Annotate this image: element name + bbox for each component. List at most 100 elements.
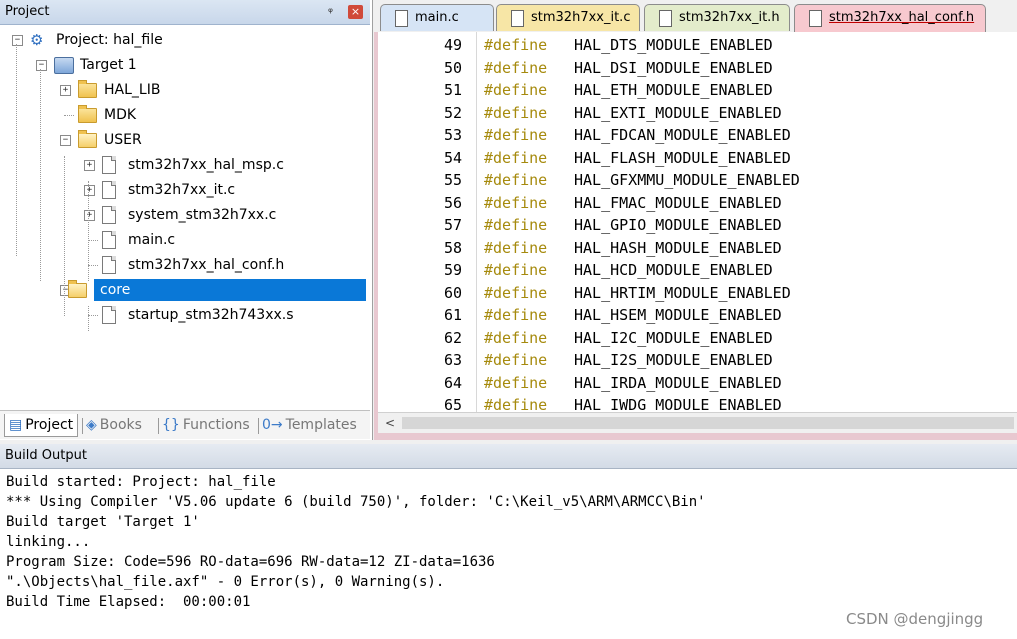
line-number: 64 (443, 373, 462, 392)
tree-item[interactable]: − Target 1 (0, 54, 370, 76)
tree-item[interactable]: − core (60, 279, 366, 301)
preprocessor-keyword: #define (484, 81, 548, 99)
tree-connector (88, 240, 98, 241)
build-output-line: Build Time Elapsed: 00:00:01 (6, 594, 251, 610)
file-icon (102, 231, 116, 249)
editor-tab[interactable]: stm32h7xx_hal_conf.h (794, 4, 986, 33)
tree-item[interactable]: stm32h7xx_hal_conf.h (0, 254, 370, 276)
preprocessor-keyword: #define (484, 36, 548, 54)
file-icon (102, 256, 116, 274)
tab-project[interactable]: ▤ Project (4, 414, 79, 437)
tab-label: Functions (182, 417, 250, 433)
scroll-left-button[interactable]: < (382, 413, 398, 433)
expand-icon[interactable]: + (84, 185, 95, 196)
code-line: 65 #define HAL_IWDG_MODULE_ENABLED (378, 394, 1017, 412)
code-line: 55 #define HAL_GFXMMU_MODULE_ENABLED (378, 169, 1017, 192)
tree-item[interactable]: − USER (0, 129, 370, 151)
code-area[interactable]: 49 #define HAL_DTS_MODULE_ENABLED 50 #define… (378, 32, 1017, 412)
tree-item-label: HAL_LIB (104, 82, 161, 98)
preprocessor-keyword: #define (484, 351, 548, 369)
tree-connector (88, 315, 98, 316)
code-line: 64 #define HAL_IRDA_MODULE_ENABLED (378, 372, 1017, 395)
build-output-line: linking... (6, 534, 91, 550)
macro-name: HAL_FLASH_MODULE_ENABLED (574, 148, 791, 167)
preprocessor-keyword: #define (484, 283, 548, 302)
macro-name: HAL_GFXMMU_MODULE_ENABLED (574, 171, 800, 189)
tree-connector (64, 115, 74, 116)
document-icon (659, 10, 672, 27)
line-number: 58 (443, 238, 462, 257)
macro-name: HAL_I2C_MODULE_ENABLED (574, 328, 773, 347)
templates-icon: 0→ (262, 417, 283, 433)
file-icon (102, 206, 116, 224)
project-tab-icon: ▤ (9, 417, 23, 433)
code-line: 63 #define HAL_I2S_MODULE_ENABLED (378, 349, 1017, 372)
build-output-line: Program Size: Code=596 RO-data=696 RW-da… (6, 554, 495, 570)
tab-label: Books (99, 417, 142, 433)
tree-item[interactable]: main.c (0, 229, 370, 251)
macro-name: HAL_DSI_MODULE_ENABLED (574, 58, 773, 77)
preprocessor-keyword: #define (484, 103, 548, 122)
books-icon: ◈ (86, 417, 97, 433)
code-line: 51 #define HAL_ETH_MODULE_ENABLED (378, 79, 1017, 102)
code-line: 53 #define HAL_FDCAN_MODULE_ENABLED (378, 124, 1017, 147)
code-line: 59 #define HAL_HCD_MODULE_ENABLED (378, 259, 1017, 282)
project-panel-tabs: ▤ Project ◈ Books {} Functions 0→ Templates (0, 410, 370, 439)
preprocessor-keyword: #define (484, 328, 548, 347)
macro-name: HAL_IWDG_MODULE_ENABLED (574, 396, 782, 412)
close-panel-button[interactable]: × (348, 5, 363, 19)
expand-icon[interactable]: + (84, 160, 95, 171)
line-number: 56 (443, 193, 462, 212)
macro-name: HAL_HRTIM_MODULE_ENABLED (574, 283, 791, 302)
preprocessor-keyword: #define (484, 306, 548, 324)
tree-item[interactable]: + system_stm32h7xx.c (0, 204, 370, 226)
preprocessor-keyword: #define (484, 126, 548, 144)
tree-connector (40, 69, 41, 281)
tree-item[interactable]: + HAL_LIB (0, 79, 370, 101)
scroll-track[interactable] (402, 417, 1014, 429)
file-icon (102, 306, 116, 324)
line-number: 61 (443, 306, 462, 324)
document-icon (511, 10, 524, 27)
expand-icon[interactable]: + (84, 210, 95, 221)
collapse-icon[interactable]: − (60, 135, 71, 146)
expand-icon[interactable]: + (60, 85, 71, 96)
editor-tab[interactable]: stm32h7xx_it.c (496, 4, 640, 31)
editor-tab-label: main.c (415, 10, 459, 25)
tab-label: Templates (285, 417, 357, 433)
editor-tab[interactable]: stm32h7xx_it.h (644, 4, 790, 31)
preprocessor-keyword: #define (484, 193, 548, 212)
tab-separator (158, 418, 159, 434)
tree-item-label: MDK (104, 107, 137, 123)
editor-tab-label: stm32h7xx_hal_conf.h (829, 10, 975, 25)
tab-functions[interactable]: {} Functions (162, 414, 250, 436)
build-output-header: Build Output (0, 444, 1017, 469)
preprocessor-keyword: #define (484, 171, 548, 189)
tree-item-label: Target 1 (80, 57, 137, 73)
collapse-icon[interactable]: − (12, 35, 23, 46)
collapse-icon[interactable]: − (36, 60, 47, 71)
build-output-line: Build target 'Target 1' (6, 514, 200, 530)
tree-item-label: stm32h7xx_it.c (128, 182, 236, 198)
tab-templates[interactable]: 0→ Templates (262, 414, 357, 436)
horizontal-scrollbar[interactable]: < (378, 412, 1017, 433)
line-number: 54 (443, 148, 462, 167)
file-icon (102, 156, 116, 174)
pin-icon[interactable]: ᵠ (328, 0, 333, 24)
functions-icon: {} (162, 417, 180, 433)
tab-separator (82, 418, 83, 434)
tree-item[interactable]: MDK (0, 104, 370, 126)
tab-books[interactable]: ◈ Books (86, 414, 142, 436)
tree-item[interactable]: − ⚙ Project: hal_file (0, 29, 370, 51)
editor-tab[interactable]: main.c (380, 4, 494, 31)
macro-name: HAL_HCD_MODULE_ENABLED (574, 261, 773, 279)
editor-tab-label: stm32h7xx_it.c (531, 10, 631, 25)
tab-separator (258, 418, 259, 434)
code-line: 60 #define HAL_HRTIM_MODULE_ENABLED (378, 282, 1017, 305)
tree-item[interactable]: startup_stm32h743xx.s (0, 304, 370, 326)
build-output-title: Build Output (5, 448, 87, 463)
tree-item[interactable]: + stm32h7xx_it.c (0, 179, 370, 201)
tree-item[interactable]: + stm32h7xx_hal_msp.c (0, 154, 370, 176)
line-number: 52 (443, 103, 462, 122)
code-line: 61 #define HAL_HSEM_MODULE_ENABLED (378, 304, 1017, 327)
